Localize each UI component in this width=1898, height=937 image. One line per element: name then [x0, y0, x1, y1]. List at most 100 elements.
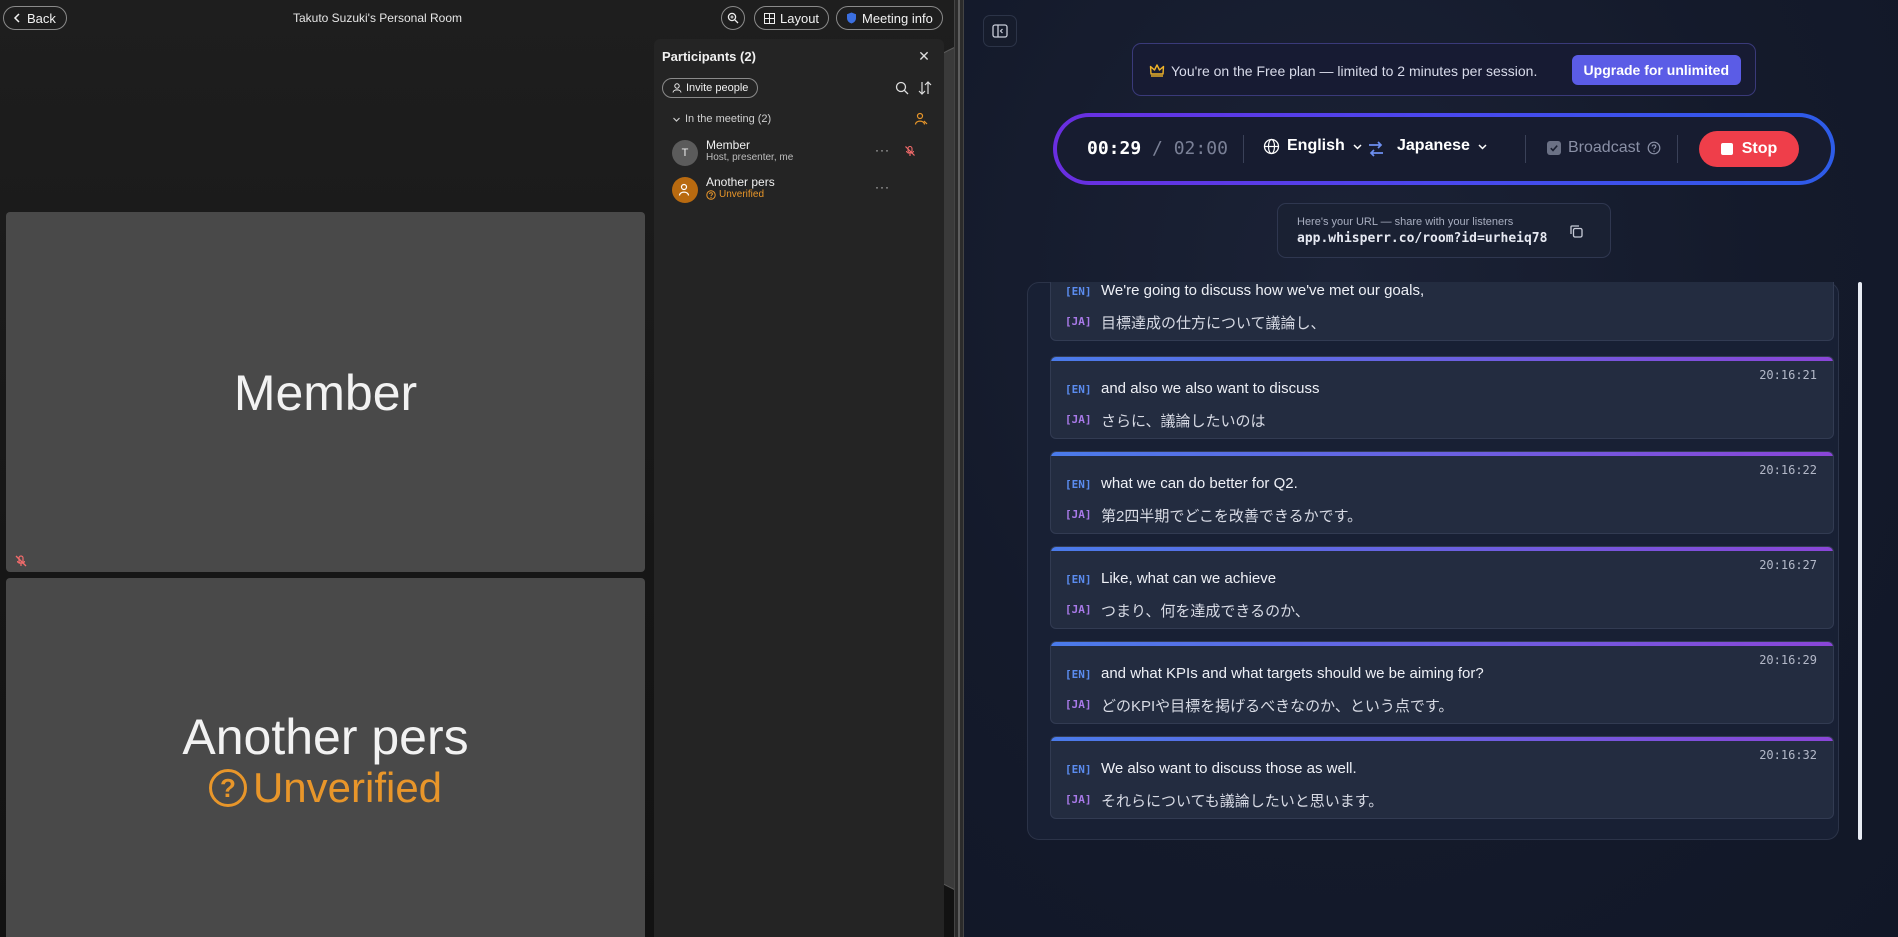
person-add-icon [672, 83, 682, 93]
entry-time: 20:16:27 [1759, 558, 1817, 572]
entry-time: 20:16:29 [1759, 653, 1817, 667]
ja-tag: [JA] [1065, 793, 1092, 806]
ja-tag: [JA] [1065, 315, 1092, 328]
meeting-topbar: Back Takuto Suzuki's Personal Room Layou… [0, 0, 1625, 937]
transcript-entry: 20:16:29 [EN] and what KPIs and what tar… [1050, 641, 1834, 724]
layout-button[interactable]: Layout [754, 6, 830, 30]
transcript-entry: 20:16:21 [EN] and also we also want to d… [1050, 356, 1834, 439]
in-meeting-section[interactable]: In the meeting (2) [672, 113, 771, 125]
split-divider[interactable] [954, 0, 964, 937]
copy-icon[interactable] [1569, 224, 1584, 239]
participant-role: Host, presenter, me [706, 152, 794, 163]
separator [1677, 135, 1678, 163]
lobby-person-icon[interactable] [914, 112, 928, 126]
separator [1243, 135, 1244, 163]
transcript-entry: 20:16:27 [EN] Like, what can we achieve … [1050, 546, 1834, 629]
back-button[interactable]: Back [3, 6, 67, 30]
sort-icon[interactable] [917, 80, 933, 96]
ja-tag: [JA] [1065, 508, 1092, 521]
mic-off-icon[interactable] [904, 145, 916, 157]
avatar: T [672, 140, 698, 166]
en-tag: [EN] [1065, 573, 1092, 586]
check-icon [1550, 145, 1558, 152]
entry-japanese: 第2四半期でどこを改善できるかです。 [1101, 508, 1363, 525]
en-tag: [EN] [1065, 383, 1092, 396]
free-plan-banner: You're on the Free plan — limited to 2 m… [1132, 43, 1756, 96]
transcript-scrollbar[interactable] [1858, 282, 1862, 840]
shield-icon [847, 12, 856, 24]
search-icon[interactable] [894, 80, 910, 96]
sidebar-toggle-button[interactable] [983, 15, 1017, 47]
participant-row[interactable]: Another pers Unverified ··· [672, 174, 934, 208]
separator [1525, 135, 1526, 163]
session-timer: 00:29 / 02:00 [1087, 138, 1228, 159]
entry-japanese: つまり、何を達成できるのか、 [1101, 603, 1310, 620]
ja-tag: [JA] [1065, 413, 1092, 426]
entry-japanese: 目標達成の仕方について議論し、 [1101, 315, 1326, 332]
broadcast-label: Broadcast [1568, 139, 1641, 156]
meeting-info-button[interactable]: Meeting info [836, 6, 943, 30]
help-icon[interactable] [1647, 141, 1661, 155]
close-icon[interactable]: ✕ [916, 48, 932, 64]
chevron-left-icon [13, 13, 20, 23]
transcript-entry: 20:16:32 [EN] We also want to discuss th… [1050, 736, 1834, 819]
timer-current: 00:29 [1087, 138, 1142, 159]
video-tile-member[interactable]: Member [6, 212, 645, 572]
en-tag: [EN] [1065, 763, 1092, 776]
stop-icon [1720, 143, 1733, 155]
back-label: Back [27, 10, 56, 26]
participant-name: Member [706, 138, 751, 152]
chevron-down-icon [673, 117, 680, 122]
timer-max: 02:00 [1173, 138, 1228, 159]
entry-time: 20:16:22 [1759, 463, 1817, 477]
timer-separator: / [1152, 138, 1163, 159]
crown-icon [1149, 64, 1165, 77]
swap-languages-icon[interactable] [1366, 139, 1386, 159]
section-label: In the meeting (2) [685, 113, 772, 125]
share-url-label: Here's your URL — share with your listen… [1297, 216, 1514, 228]
broadcast-toggle[interactable]: Broadcast [1547, 139, 1661, 157]
upgrade-button[interactable]: Upgrade for unlimited [1571, 55, 1741, 85]
meeting-info-label: Meeting info [862, 10, 933, 26]
invite-label: Invite people [686, 82, 749, 94]
entry-japanese: どのKPIや目標を掲げるべきなのか、という点です。 [1101, 698, 1454, 715]
stop-button[interactable]: Stop [1699, 131, 1799, 167]
entry-english: We also want to discuss those as well. [1101, 760, 1357, 777]
en-tag: [EN] [1065, 285, 1092, 298]
room-title: Takuto Suzuki's Personal Room [292, 11, 463, 25]
entry-japanese: さらに、議論したいのは [1101, 413, 1266, 430]
globe-icon [1263, 138, 1280, 154]
target-language-select[interactable]: Japanese [1397, 137, 1488, 155]
zoom-icon[interactable] [721, 6, 745, 30]
target-language-label: Japanese [1397, 137, 1470, 154]
share-url-box: Here's your URL — share with your listen… [1277, 203, 1611, 258]
broadcast-checkbox[interactable] [1547, 141, 1561, 155]
screen: Back Takuto Suzuki's Personal Room Layou… [0, 0, 1898, 937]
question-icon: ? [208, 769, 247, 807]
share-url[interactable]: app.whisperr.co/room?id=urheiq78 [1297, 231, 1547, 246]
question-icon [706, 189, 716, 200]
chevron-down-icon [1478, 143, 1487, 150]
ja-tag: [JA] [1065, 603, 1092, 616]
status-label: Unverified [719, 189, 765, 200]
whisperr-app: You're on the Free plan — limited to 2 m… [964, 0, 1898, 937]
source-language-select[interactable]: English [1263, 137, 1363, 155]
tile-name: Another pers [182, 709, 469, 765]
unverified-status: ? Unverified [6, 764, 645, 812]
transcript-entry: 20:16:18 [EN] We're going to discuss how… [1050, 282, 1834, 341]
mic-off-icon [15, 555, 27, 567]
video-tile-another[interactable]: Another pers ? Unverified [6, 578, 645, 937]
avatar [672, 177, 698, 203]
entry-english: Like, what can we achieve [1101, 570, 1277, 587]
sidebar-icon [992, 24, 1008, 38]
person-unverified-icon [678, 183, 690, 196]
entry-english: and what KPIs and what targets should we… [1101, 665, 1484, 682]
more-options-icon[interactable]: ··· [875, 143, 890, 157]
invite-people-button[interactable]: Invite people [662, 78, 759, 98]
plan-message: You're on the Free plan — limited to 2 m… [1171, 63, 1538, 79]
entry-time: 20:16:21 [1759, 368, 1817, 382]
participant-name: Another pers [706, 175, 775, 189]
more-options-icon[interactable]: ··· [875, 180, 890, 194]
chevron-down-icon [1353, 143, 1362, 150]
participant-row[interactable]: T Member Host, presenter, me ··· [672, 137, 934, 171]
